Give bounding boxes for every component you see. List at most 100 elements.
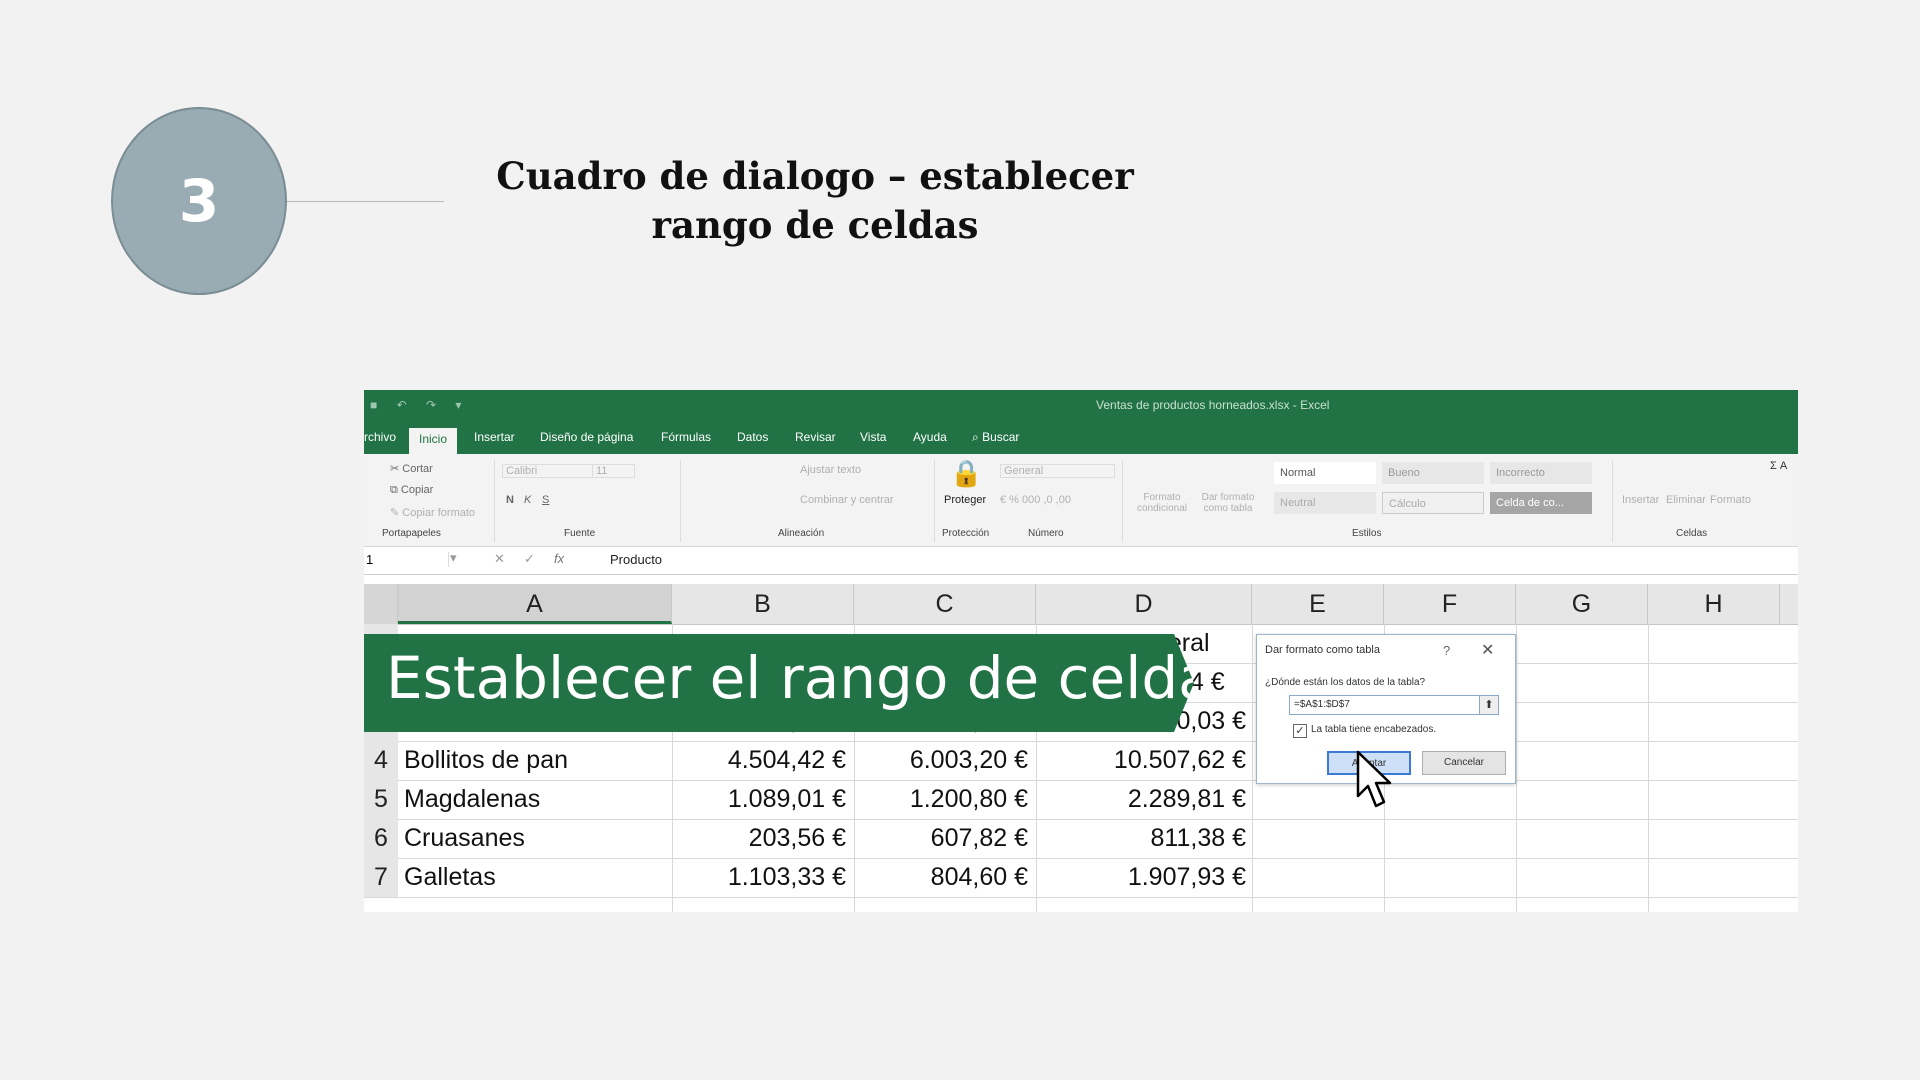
name-box[interactable]: 1	[366, 552, 449, 567]
column-header-d[interactable]: D	[1036, 584, 1252, 624]
style-neutral[interactable]: Neutral	[1274, 492, 1376, 514]
font-name-select[interactable]: Calibri	[502, 464, 593, 478]
ribbon-separator	[1612, 460, 1613, 542]
copy-format-button[interactable]: ✎ Copiar formato	[390, 506, 475, 519]
cell-a5[interactable]: Magdalenas	[404, 780, 540, 819]
help-icon[interactable]: ?	[1443, 643, 1450, 658]
excel-title-bar: ■ ↶ ↷ ▾ Ventas de productos horneados.xl…	[364, 390, 1798, 422]
ribbon-separator	[934, 460, 935, 542]
ribbon-home: ✂ Cortar ⧉ Copiar ✎ Copiar formato Porta…	[364, 454, 1798, 547]
number-format-select[interactable]: General	[1000, 464, 1115, 478]
style-good[interactable]: Bueno	[1382, 462, 1484, 484]
underline-button[interactable]: S	[542, 494, 549, 506]
protect-button[interactable]: Proteger	[944, 494, 986, 506]
slide-title-line1: Cuadro de dialogo – establecer	[496, 154, 1134, 198]
function-icon[interactable]: fx	[554, 551, 564, 566]
cell-b4[interactable]: 4.504,42 €	[686, 741, 846, 780]
tab-view[interactable]: Vista	[860, 430, 886, 444]
autosum-icon[interactable]: Σ A	[1770, 460, 1787, 472]
delete-cells-button[interactable]: Eliminar	[1666, 494, 1706, 506]
quick-access-icons[interactable]: ■ ↶ ↷ ▾	[370, 398, 469, 412]
cut-button[interactable]: ✂ Cortar	[390, 462, 433, 475]
cell-a4[interactable]: Bollitos de pan	[404, 741, 568, 780]
format-as-table-button[interactable]: Dar formato como tabla	[1196, 492, 1260, 514]
cell-a6[interactable]: Cruasanes	[404, 819, 525, 858]
tab-data[interactable]: Datos	[737, 430, 768, 444]
caption-banner: Establecer el rango de celdas	[364, 634, 1194, 732]
clipboard-group-label: Portapapeles	[382, 528, 441, 539]
cell-c6[interactable]: 607,82 €	[868, 819, 1028, 858]
tab-file[interactable]: rchivo	[364, 430, 396, 444]
cell-d4[interactable]: 10.507,62 €	[1050, 741, 1246, 780]
cell-c5[interactable]: 1.200,80 €	[868, 780, 1028, 819]
style-calculation[interactable]: Cálculo	[1382, 492, 1484, 514]
tab-help[interactable]: Ayuda	[913, 430, 947, 444]
close-icon[interactable]: ✕	[1481, 640, 1494, 660]
column-header-b[interactable]: B	[672, 584, 854, 624]
font-size-select[interactable]: 11	[592, 464, 635, 478]
cell-c7[interactable]: 804,60 €	[868, 858, 1028, 897]
italic-button[interactable]: K	[524, 494, 531, 506]
tab-formulas[interactable]: Fórmulas	[661, 430, 711, 444]
row-header[interactable]: 6	[364, 819, 398, 858]
cell-b6[interactable]: 203,56 €	[686, 819, 846, 858]
slide-title: Cuadro de dialogo – establecer rango de …	[470, 152, 1160, 250]
headers-checkbox[interactable]: ✓	[1293, 724, 1307, 738]
ribbon-separator	[494, 460, 495, 542]
tab-home[interactable]: Inicio	[409, 428, 458, 454]
search-icon: ⌕	[972, 430, 983, 444]
ribbon-separator	[1122, 460, 1123, 542]
insert-cells-button[interactable]: Insertar	[1622, 494, 1659, 506]
ribbon-tabs: rchivo Inicio Insertar Diseño de página …	[364, 422, 1798, 454]
confirm-entry-icon[interactable]: ✓	[524, 551, 535, 567]
style-normal[interactable]: Normal	[1274, 462, 1376, 484]
cell-d5[interactable]: 2.289,81 €	[1050, 780, 1246, 819]
wrap-text-button[interactable]: Ajustar texto	[800, 464, 861, 476]
name-box-dropdown-icon[interactable]: ▾	[450, 550, 457, 566]
conditional-format-button[interactable]: Formato condicional	[1130, 492, 1194, 514]
dialog-title: Dar formato como tabla	[1265, 644, 1380, 656]
column-header-f[interactable]: F	[1384, 584, 1516, 624]
tab-review[interactable]: Revisar	[795, 430, 836, 444]
headers-checkbox-label: La tabla tiene encabezados.	[1311, 724, 1437, 735]
merge-center-button[interactable]: Combinar y centrar	[800, 494, 894, 506]
collapse-dialog-icon[interactable]: ⬆	[1479, 696, 1498, 714]
copy-button[interactable]: ⧉ Copiar	[390, 484, 433, 497]
bold-button[interactable]: N	[506, 494, 514, 506]
number-format-icons[interactable]: € % 000 ,0 ,00	[1000, 494, 1071, 506]
tab-page-layout[interactable]: Diseño de página	[540, 430, 633, 444]
cell-b7[interactable]: 1.103,33 €	[686, 858, 846, 897]
column-header-g[interactable]: G	[1516, 584, 1648, 624]
range-value: =$A$1:$D$7	[1294, 699, 1350, 710]
cell-c4[interactable]: 6.003,20 €	[868, 741, 1028, 780]
tab-insert[interactable]: Insertar	[474, 430, 515, 444]
column-header-c[interactable]: C	[854, 584, 1036, 624]
styles-group-label: Estilos	[1352, 528, 1382, 539]
cell-d6[interactable]: 811,38 €	[1050, 819, 1246, 858]
excel-screenshot: ■ ↶ ↷ ▾ Ventas de productos horneados.xl…	[364, 390, 1798, 912]
search-tab[interactable]: ⌕ Buscar	[972, 430, 1019, 445]
cell-b5[interactable]: 1.089,01 €	[686, 780, 846, 819]
table-row: 5 Magdalenas 1.089,01 € 1.200,80 € 2.289…	[364, 780, 1798, 820]
column-header-a[interactable]: A	[398, 584, 672, 624]
column-header-h[interactable]: H	[1648, 584, 1780, 624]
row-header[interactable]: 7	[364, 858, 398, 897]
connector-line	[287, 201, 444, 202]
lock-icon[interactable]: 🔒	[950, 458, 982, 489]
row-header[interactable]: 4	[364, 741, 398, 780]
row-header[interactable]: 5	[364, 780, 398, 819]
style-check-cell[interactable]: Celda de co...	[1490, 492, 1592, 514]
select-all-corner[interactable]	[364, 584, 398, 624]
style-bad[interactable]: Incorrecto	[1490, 462, 1592, 484]
formula-content[interactable]: Producto	[610, 552, 662, 567]
cancel-entry-icon[interactable]: ✕	[494, 551, 505, 567]
column-header-e[interactable]: E	[1252, 584, 1384, 624]
cell-d7[interactable]: 1.907,93 €	[1050, 858, 1246, 897]
format-cells-button[interactable]: Formato	[1710, 494, 1751, 506]
table-row: 6 Cruasanes 203,56 € 607,82 € 811,38 €	[364, 819, 1798, 859]
table-row: 4 Bollitos de pan 4.504,42 € 6.003,20 € …	[364, 741, 1798, 781]
range-input[interactable]: =$A$1:$D$7 ⬆	[1289, 695, 1499, 715]
cancel-button[interactable]: Cancelar	[1422, 751, 1506, 775]
dialog-prompt: ¿Dónde están los datos de la tabla?	[1265, 677, 1426, 688]
cell-a7[interactable]: Galletas	[404, 858, 496, 897]
